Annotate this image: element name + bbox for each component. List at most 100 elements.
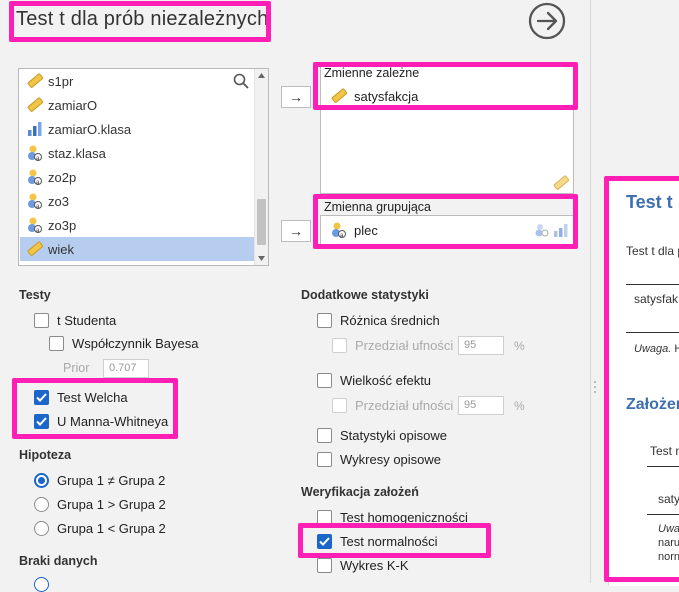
ci2-input: 95: [458, 396, 504, 415]
dependent-item-label: satysfakcja: [354, 88, 419, 104]
list-item[interactable]: s1pr: [20, 69, 256, 93]
grouping-label: Zmienna grupująca: [324, 200, 432, 214]
variable-list[interactable]: s1pr zamiarO zamiarO.klasa a staz.klasa …: [18, 68, 269, 266]
dependent-item[interactable]: satysfakcja: [330, 87, 418, 105]
list-item[interactable]: a zo3p: [20, 213, 256, 237]
resize-handle[interactable]: [593, 380, 597, 394]
panel-divider: [590, 0, 591, 583]
variable-label: s1pr: [48, 73, 74, 89]
grouping-item-label: plec: [354, 222, 378, 238]
mann-whitney-checkbox[interactable]: U Manna-Whitneya: [34, 414, 168, 429]
hypothesis-option-label: Grupa 1 > Grupa 2: [57, 497, 166, 512]
ci2-label: Przedział ufności: [355, 398, 454, 413]
checkbox-box[interactable]: [317, 510, 332, 525]
assumptions-note-2: naru: [658, 537, 679, 549]
hypothesis-radio-lt[interactable]: Grupa 1 < Grupa 2: [34, 521, 166, 536]
descriptives-checkbox[interactable]: Statystyki opisowe: [317, 428, 447, 443]
run-arrow-button[interactable]: [528, 2, 566, 40]
welch-checkbox[interactable]: Test Welcha: [34, 390, 128, 405]
assumptions-header: Weryfikacja założeń: [301, 485, 419, 499]
extra-stats-header: Dodatkowe statystyki: [301, 288, 429, 302]
effect-size-checkbox[interactable]: Wielkość efektu: [317, 373, 431, 388]
assumptions-section-title: Założen: [626, 396, 679, 413]
checkbox-box-checked[interactable]: [34, 390, 49, 405]
move-to-grouping-button[interactable]: →: [281, 220, 311, 242]
nominal-icon: [534, 223, 552, 240]
ruler-icon: [24, 239, 46, 259]
checkbox-box-checked[interactable]: [34, 414, 49, 429]
search-icon[interactable]: [233, 73, 249, 92]
hypothesis-option-label: Grupa 1 ≠ Grupa 2: [57, 473, 166, 488]
list-item-selected[interactable]: wiek: [20, 237, 256, 261]
ci2-checkbox: Przedział ufności: [332, 398, 453, 413]
checkbox-box[interactable]: [34, 313, 49, 328]
check-icon: [36, 417, 47, 426]
checkbox-box[interactable]: [317, 452, 332, 467]
variable-label: zo3p: [48, 217, 77, 233]
assumptions-row-label: saty: [658, 492, 679, 506]
list-scrollbar[interactable]: [254, 69, 268, 265]
results-panel: Test t Test t dla p satysfak Uwaga. H Za…: [608, 176, 679, 586]
nominal-icon: a: [330, 221, 348, 239]
hypothesis-radio-gt[interactable]: Grupa 1 > Grupa 2: [34, 497, 166, 512]
list-item[interactable]: zamiarO.klasa: [20, 117, 256, 141]
checkbox-box[interactable]: [317, 373, 332, 388]
percent-label: %: [514, 399, 525, 413]
student-checkbox[interactable]: t Studenta: [34, 313, 116, 328]
checkbox-box[interactable]: [317, 558, 332, 573]
check-icon: [319, 537, 330, 546]
variable-label: zo2p: [48, 169, 77, 185]
prior-input[interactable]: 0.707: [103, 359, 149, 378]
checkbox-box[interactable]: [49, 336, 64, 351]
note-text: H: [674, 343, 679, 355]
hypothesis-header: Hipoteza: [19, 448, 72, 462]
variable-label: zamiarO.klasa: [48, 121, 132, 137]
radio-button-selected[interactable]: [34, 577, 49, 592]
dependent-variables-box[interactable]: [320, 66, 574, 194]
list-item[interactable]: a zo2p: [20, 165, 256, 189]
scroll-thumb[interactable]: [257, 199, 266, 245]
variable-label: zo3: [48, 193, 69, 209]
chevron-up-icon[interactable]: [258, 73, 265, 78]
nominal-icon: a: [24, 167, 46, 187]
normality-checkbox[interactable]: Test normalności: [317, 534, 438, 549]
variable-label: wiek: [48, 241, 75, 257]
table-rule: [626, 332, 679, 333]
qq-plot-checkbox[interactable]: Wykres K-K: [317, 558, 409, 573]
chevron-down-icon[interactable]: [258, 256, 265, 261]
table-rule: [647, 514, 679, 515]
list-item[interactable]: zamiarO: [20, 93, 256, 117]
grouping-item[interactable]: a plec: [330, 221, 378, 239]
list-item[interactable]: a zo3: [20, 189, 256, 213]
qq-plot-label: Wykres K-K: [340, 558, 409, 573]
checkbox-box-disabled: [332, 398, 347, 413]
radio-button-selected[interactable]: [34, 473, 49, 488]
arrow-right-circle-icon: [528, 2, 566, 40]
bayes-checkbox[interactable]: Współczynnik Bayesa: [49, 336, 198, 351]
descriptive-plots-checkbox[interactable]: Wykresy opisowe: [317, 452, 441, 467]
ci-input: 95: [458, 336, 504, 355]
checkbox-box-checked[interactable]: [317, 534, 332, 549]
check-icon: [36, 393, 47, 402]
ruler-icon: [552, 174, 570, 195]
missing-data-header: Braki danych: [19, 554, 98, 568]
highlight-tests: [12, 378, 178, 439]
hypothesis-radio-neq[interactable]: Grupa 1 ≠ Grupa 2: [34, 473, 165, 488]
mean-difference-checkbox[interactable]: Różnica średnich: [317, 313, 440, 328]
nominal-icon: a: [24, 215, 46, 235]
checkbox-box[interactable]: [317, 313, 332, 328]
checkbox-box[interactable]: [317, 428, 332, 443]
ci-checkbox: Przedział ufności: [332, 338, 453, 353]
tests-header: Testy: [19, 288, 51, 302]
homogeneity-label: Test homogeniczności: [340, 510, 468, 525]
results-title: Test t: [626, 192, 673, 212]
nominal-icon: a: [24, 143, 46, 163]
list-item[interactable]: a staz.klasa: [20, 141, 256, 165]
radio-button[interactable]: [34, 521, 49, 536]
radio-button[interactable]: [34, 497, 49, 512]
homogeneity-checkbox[interactable]: Test homogeniczności: [317, 510, 468, 525]
ruler-icon: [330, 87, 348, 105]
results-table-title: Test t dla p: [626, 244, 679, 258]
move-to-dependent-button[interactable]: →: [281, 86, 311, 108]
table-rule: [626, 284, 679, 285]
